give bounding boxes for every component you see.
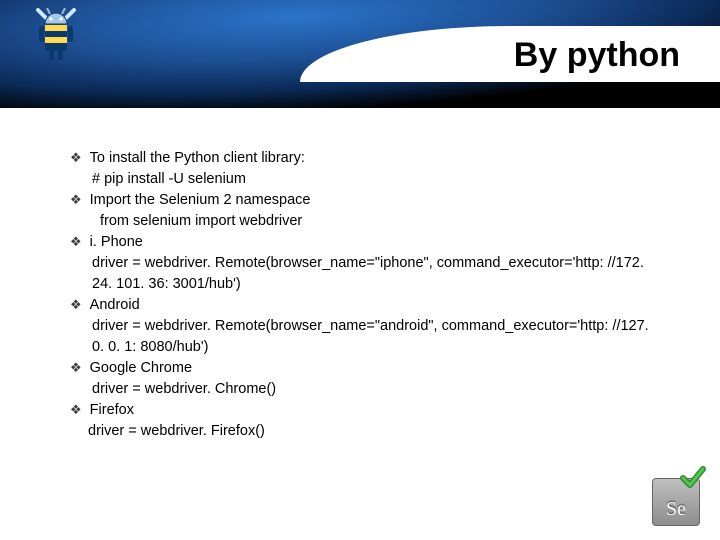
bullet-item: ❖ Import the Selenium 2 namespace from s… (70, 190, 660, 232)
bullet-sub: driver = webdriver. Remote(browser_name=… (70, 253, 660, 295)
selenium-badge: Se (642, 468, 700, 526)
android-robot-icon (34, 8, 78, 69)
bullet-head: Google Chrome (90, 358, 192, 379)
checkmark-icon (680, 464, 706, 490)
bullet-head: Android (90, 295, 140, 316)
bullet-head: To install the Python client library: (90, 148, 305, 169)
diamond-bullet-icon: ❖ (70, 296, 82, 315)
bullet-item: ❖ Android driver = webdriver. Remote(bro… (70, 295, 660, 358)
diamond-bullet-icon: ❖ (70, 233, 82, 252)
bullet-item: ❖ i. Phone driver = webdriver. Remote(br… (70, 232, 660, 295)
bullet-head: Import the Selenium 2 namespace (90, 190, 311, 211)
bullet-item: ❖ Firefox driver = webdriver. Firefox() (70, 400, 660, 442)
slide-header: By python (0, 0, 720, 108)
diamond-bullet-icon: ❖ (70, 149, 82, 168)
diamond-bullet-icon: ❖ (70, 191, 82, 210)
bullet-sub: from selenium import webdriver (70, 211, 660, 232)
bullet-sub: driver = webdriver. Firefox() (70, 421, 660, 442)
bullet-item: ❖ To install the Python client library: … (70, 148, 660, 190)
diamond-bullet-icon: ❖ (70, 401, 82, 420)
diamond-bullet-icon: ❖ (70, 359, 82, 378)
bullet-head: i. Phone (90, 232, 143, 253)
bullet-sub: # pip install -U selenium (70, 169, 660, 190)
slide-title: By python (514, 36, 680, 75)
bullet-sub: driver = webdriver. Chrome() (70, 379, 660, 400)
slide-content: ❖ To install the Python client library: … (0, 108, 720, 462)
bullet-sub: driver = webdriver. Remote(browser_name=… (70, 316, 660, 358)
bullet-item: ❖ Google Chrome driver = webdriver. Chro… (70, 358, 660, 400)
bullet-head: Firefox (90, 400, 134, 421)
